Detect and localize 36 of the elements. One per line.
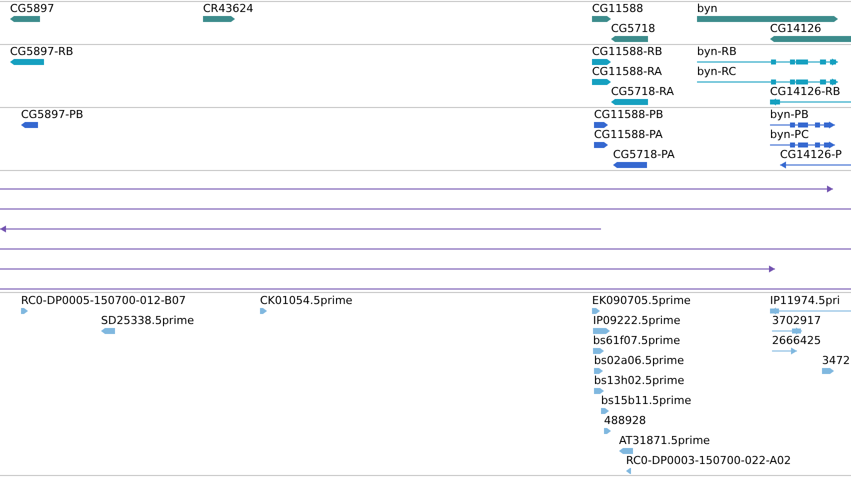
feature-label: CG5718-RA [611,85,674,98]
feature-label: byn-PC [770,128,809,141]
feature-label: CG5897-PB [21,108,84,121]
feature-label: bs13h02.5prime [594,374,684,387]
feature-label: bs15b11.5prime [601,394,692,407]
feature-label: bs02a06.5prime [594,354,684,367]
feature-label: AT31871.5prime [619,434,710,447]
feature-label: CG11588-RA [592,65,662,78]
feature-label: CG14126 [770,22,822,35]
feature-label: byn-RC [697,65,736,78]
feature-label: RC0-DP0005-150700-012-B07 [21,294,186,307]
feature-label: CG14126-P [780,148,842,161]
feature-label: byn-RB [697,45,737,58]
feature-label: CR43624 [203,2,254,15]
feature-label: CG5718 [611,22,656,35]
feature-label: CG5897 [10,2,54,15]
feature-label: bs61f07.5prime [593,334,680,347]
feature-label: 2666425 [772,334,821,347]
feature-label: CG14126-RB [770,85,840,98]
feature-label: CG11588-RB [592,45,662,58]
feature-label: 3702917 [772,314,821,327]
feature-label: CG5718-PA [613,148,675,161]
feature-label: byn [697,2,718,15]
feature-label: CG11588-PA [594,128,663,141]
feature-label: CG5897-RB [10,45,74,58]
feature-label: CG11588-PB [594,108,664,121]
feature-label: 3472 [822,354,850,367]
feature-label: IP09222.5prime [593,314,680,327]
feature-label: 488928 [604,414,646,427]
feature-label: RC0-DP0003-150700-022-A02 [626,454,792,467]
feature-label: IP11974.5pri [770,294,840,307]
feature-label: EK090705.5prime [592,294,691,307]
feature-label: CG11588 [592,2,644,15]
feature-label: SD25338.5prime [101,314,194,327]
feature-label: byn-PB [770,108,809,121]
feature-label: CK01054.5prime [260,294,352,307]
